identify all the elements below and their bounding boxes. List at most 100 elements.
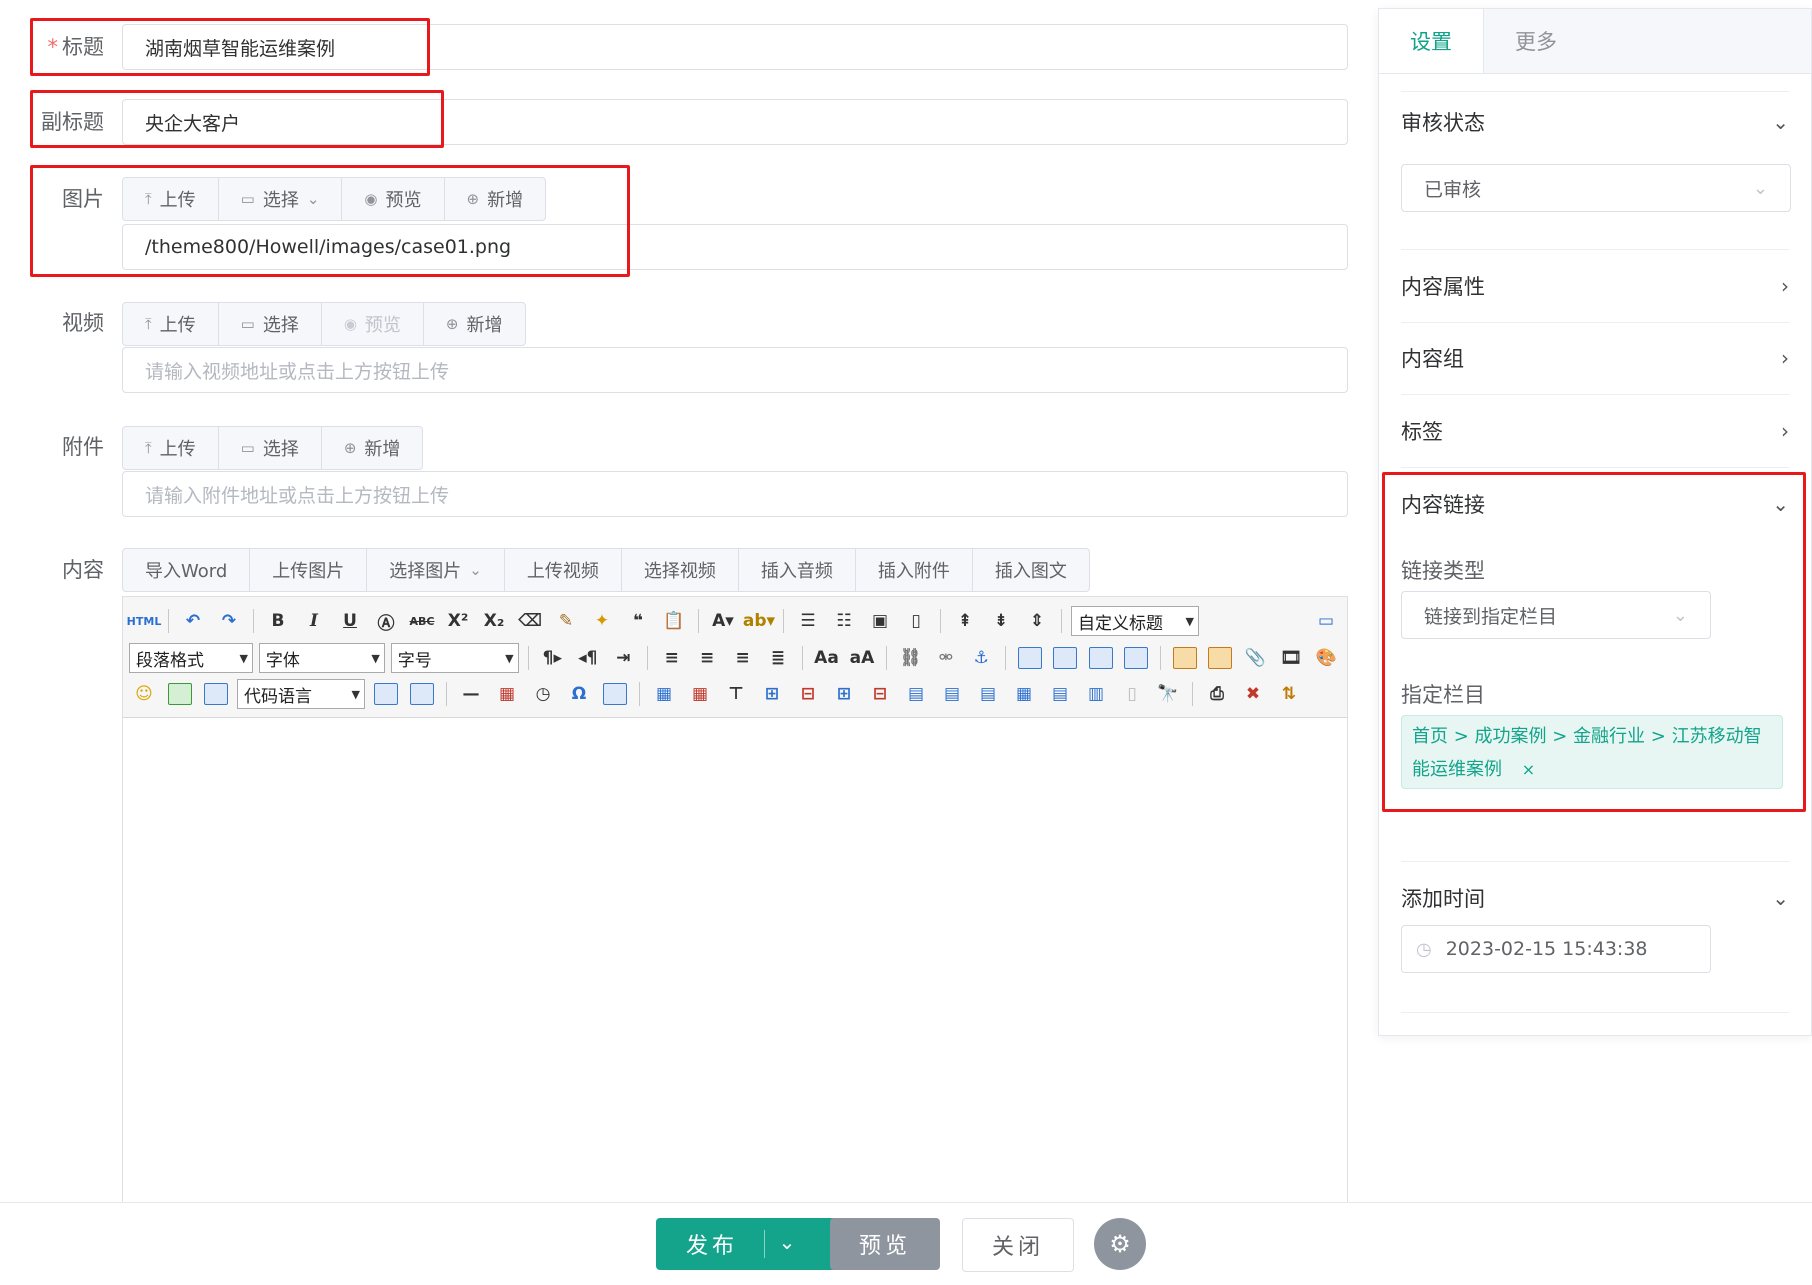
insert-audio-button[interactable]: 插入音频 — [739, 549, 856, 591]
undo-icon[interactable]: ↶ — [178, 606, 208, 636]
review-status-header[interactable]: 审核状态 ⌄ — [1401, 91, 1789, 152]
charts-icon[interactable]: ⇅ — [1274, 679, 1304, 709]
eraser-icon[interactable]: ⌫ — [515, 606, 545, 636]
strikethrough-icon[interactable]: ABC — [407, 606, 437, 636]
image-select-button[interactable]: ▭ 选择 ⌄ — [219, 178, 343, 220]
line-height-icon[interactable]: ⇕ — [1022, 606, 1052, 636]
ordered-list-icon[interactable]: ☰ — [793, 606, 823, 636]
to-uppercase-icon[interactable]: Aa — [812, 643, 841, 673]
split-to-cells-icon[interactable]: ▦ — [1009, 679, 1039, 709]
direction-rtl-icon[interactable]: ◂¶ — [573, 643, 602, 673]
scrawl-icon[interactable]: 🎨 — [1312, 643, 1341, 673]
bold-icon[interactable]: B — [263, 606, 293, 636]
indent-icon[interactable]: ⇥ — [609, 643, 638, 673]
delete-col-icon[interactable]: ⊟ — [865, 679, 895, 709]
tags-header[interactable]: 标签 › — [1401, 395, 1789, 468]
gallery-icon[interactable] — [165, 679, 195, 709]
delete-table-icon[interactable]: ▦ — [685, 679, 715, 709]
image-preview-button[interactable]: ◉ 预览 — [342, 178, 445, 220]
content-group-header[interactable]: 内容组 › — [1401, 322, 1789, 395]
content-attributes-header[interactable]: 内容属性 › — [1401, 249, 1789, 323]
upload-video-button[interactable]: 上传视频 — [505, 549, 622, 591]
tab-settings[interactable]: 设置 — [1379, 9, 1484, 73]
unordered-list-icon[interactable]: ☷ — [829, 606, 859, 636]
align-right-icon[interactable]: ≡ — [728, 643, 757, 673]
tag-close-icon[interactable]: × — [1522, 760, 1535, 779]
anchor-icon[interactable]: ⚓ — [967, 643, 996, 673]
underline-icon[interactable]: U — [335, 606, 365, 636]
simple-upload-icon[interactable] — [1170, 643, 1199, 673]
insert-table-icon[interactable]: ▦ — [649, 679, 679, 709]
word-image-icon[interactable] — [600, 679, 630, 709]
paragraph-format-select[interactable]: 段落格式 ▼ — [129, 643, 253, 673]
search-replace-icon[interactable]: 🔭 — [1153, 679, 1183, 709]
insert-row-icon[interactable]: ⊞ — [757, 679, 787, 709]
align-justify-icon[interactable]: ≣ — [763, 643, 792, 673]
custom-title-select[interactable]: 自定义标题 ▼ — [1071, 606, 1199, 636]
video-select-button[interactable]: ▭ 选择 — [219, 303, 322, 345]
video-url-input[interactable]: 请输入视频地址或点击上方按钮上传 — [122, 347, 1348, 393]
attachment-add-button[interactable]: ⊕ 新增 — [322, 427, 423, 469]
special-char-icon[interactable]: Ω — [564, 679, 594, 709]
image-add-button[interactable]: ⊕ 新增 — [445, 178, 546, 220]
time-icon[interactable]: ◷ — [528, 679, 558, 709]
image-center-icon[interactable] — [1121, 643, 1150, 673]
horizontal-rule-icon[interactable]: — — [456, 679, 486, 709]
page-break-icon[interactable] — [371, 679, 401, 709]
split-to-cols-icon[interactable]: ▥ — [1081, 679, 1111, 709]
to-lowercase-icon[interactable]: aA — [847, 643, 876, 673]
chart-icon[interactable]: ▯ — [1117, 679, 1147, 709]
direction-ltr-icon[interactable]: ¶▸ — [538, 643, 567, 673]
font-size-select[interactable]: 字号 ▼ — [390, 643, 519, 673]
paste-text-icon[interactable]: 📋 — [659, 606, 689, 636]
attachment-select-button[interactable]: ▭ 选择 — [219, 427, 322, 469]
align-center-icon[interactable]: ≡ — [692, 643, 721, 673]
insert-paragraph-before-table-icon[interactable]: ⊤ — [721, 679, 751, 709]
add-time-input[interactable]: ◷ 2023-02-15 15:43:38 — [1401, 925, 1711, 973]
superscript-icon[interactable]: X² — [443, 606, 473, 636]
preview-button[interactable]: 预览 — [830, 1218, 940, 1270]
clear-doc-icon[interactable]: ▯ — [901, 606, 931, 636]
italic-icon[interactable]: I — [299, 606, 329, 636]
add-time-header[interactable]: 添加时间 ⌄ — [1401, 861, 1789, 934]
select-video-button[interactable]: 选择视频 — [622, 549, 739, 591]
link-type-select[interactable]: 链接到指定栏目 ⌄ — [1401, 591, 1711, 639]
subtitle-input[interactable]: 央企大客户 — [122, 99, 1348, 145]
date-icon[interactable]: ▦ — [492, 679, 522, 709]
unlink-icon[interactable]: ⚮ — [931, 643, 960, 673]
content-link-header[interactable]: 内容链接 ⌄ — [1401, 468, 1789, 540]
video-upload-button[interactable]: ⤒ 上传 — [123, 303, 219, 345]
blockquote-icon[interactable]: ❝ — [623, 606, 653, 636]
publish-dropdown-icon[interactable]: ⌄ — [772, 1230, 802, 1258]
insert-col-icon[interactable]: ⊞ — [829, 679, 859, 709]
delete-row-icon[interactable]: ⊟ — [793, 679, 823, 709]
background-color-icon[interactable]: ab▾ — [743, 606, 775, 636]
image-right-icon[interactable] — [1086, 643, 1115, 673]
video-preview-button[interactable]: ◉ 预览 — [322, 303, 424, 345]
merge-right-icon[interactable]: ▤ — [937, 679, 967, 709]
font-color-icon[interactable]: A▾ — [708, 606, 738, 636]
attachment-url-input[interactable]: 请输入附件地址或点击上方按钮上传 — [122, 471, 1348, 517]
subscript-icon[interactable]: X₂ — [479, 606, 509, 636]
merge-cells-icon[interactable]: ▤ — [901, 679, 931, 709]
auto-format-icon[interactable]: ✦ — [587, 606, 617, 636]
settings-gear-button[interactable]: ⚙ — [1094, 1218, 1146, 1270]
image-none-icon[interactable] — [1015, 643, 1044, 673]
row-spacing-bottom-icon[interactable]: ⇟ — [986, 606, 1016, 636]
image-left-icon[interactable] — [1050, 643, 1079, 673]
font-border-icon[interactable]: Ⓐ — [371, 606, 401, 636]
merge-down-icon[interactable]: ▤ — [973, 679, 1003, 709]
select-image-button[interactable]: 选择图片 ⌄ — [367, 549, 505, 591]
title-input[interactable]: 湖南烟草智能运维案例 — [122, 24, 1348, 70]
print-icon[interactable]: ⎙ — [1202, 679, 1232, 709]
editor-content-area[interactable] — [123, 718, 1347, 1205]
link-icon[interactable]: ⛓ — [896, 643, 925, 673]
image-path-input[interactable]: /theme800/Howell/images/case01.png — [122, 224, 1348, 270]
import-word-button[interactable]: 导入Word — [123, 549, 251, 591]
insert-attachment-button[interactable]: 插入附件 — [856, 549, 973, 591]
split-to-rows-icon[interactable]: ▤ — [1045, 679, 1075, 709]
video-add-button[interactable]: ⊕ 新增 — [424, 303, 525, 345]
review-status-select[interactable]: 已审核 ⌄ — [1401, 164, 1791, 212]
video-icon[interactable]: 🎞 — [1276, 643, 1305, 673]
template-icon[interactable] — [201, 679, 231, 709]
